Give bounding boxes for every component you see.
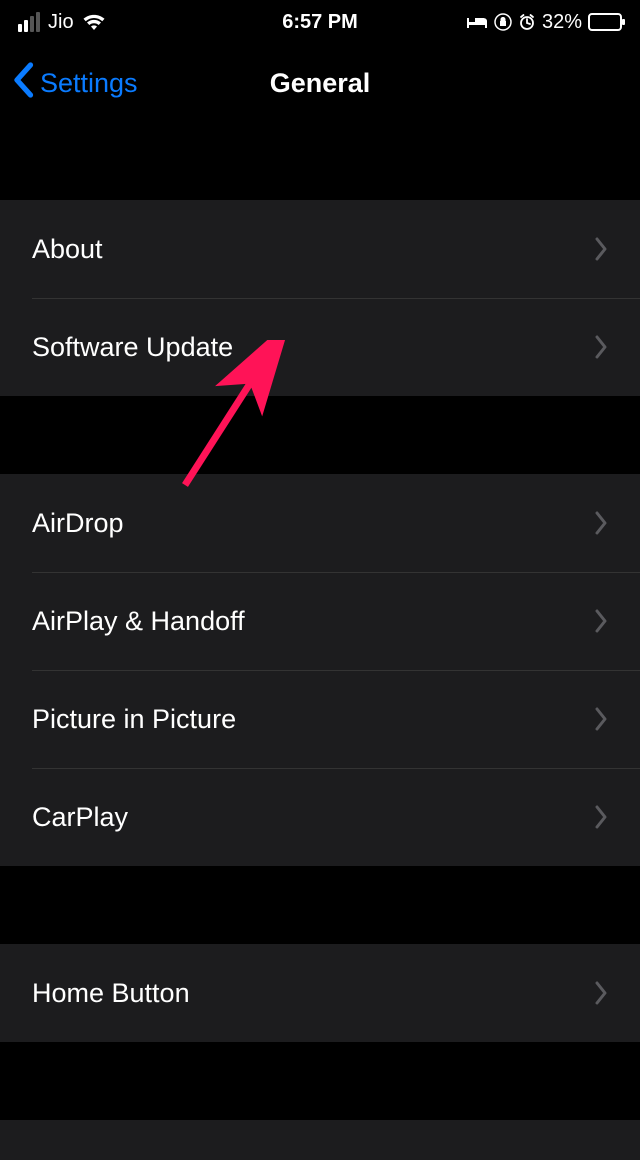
row-label: Software Update [32,332,594,363]
nav-bar: Settings General [0,44,640,122]
back-label: Settings [40,68,138,99]
chevron-right-icon [594,511,608,535]
orientation-lock-icon [494,13,512,31]
chevron-right-icon [594,805,608,829]
chevron-right-icon [594,609,608,633]
carrier-label: Jio [48,11,74,34]
chevron-left-icon [12,62,34,105]
status-right: 32% [466,11,622,34]
bed-icon [466,15,488,29]
section-connectivity: AirDrop AirPlay & Handoff Picture in Pic… [0,474,640,866]
chevron-right-icon [594,237,608,261]
row-partial[interactable] [0,1120,640,1160]
row-airplay-handoff[interactable]: AirPlay & Handoff [0,572,640,670]
chevron-right-icon [594,707,608,731]
chevron-right-icon [594,335,608,359]
row-label: About [32,234,594,265]
cellular-signal-icon [18,12,40,32]
back-button[interactable]: Settings [12,62,138,105]
row-about[interactable]: About [0,200,640,298]
row-software-update[interactable]: Software Update [0,298,640,396]
row-label: AirDrop [32,508,594,539]
row-label: Picture in Picture [32,704,594,735]
row-airdrop[interactable]: AirDrop [0,474,640,572]
row-label: CarPlay [32,802,594,833]
row-home-button[interactable]: Home Button [0,944,640,1042]
section-info: About Software Update [0,200,640,396]
row-picture-in-picture[interactable]: Picture in Picture [0,670,640,768]
row-label: AirPlay & Handoff [32,606,594,637]
status-left: Jio [18,11,106,34]
status-bar: Jio 6:57 PM 32% [0,0,640,44]
page-title: General [270,68,371,99]
row-carplay[interactable]: CarPlay [0,768,640,866]
battery-icon [588,13,622,31]
battery-percentage: 32% [542,11,582,34]
status-time: 6:57 PM [282,11,358,34]
section-partial [0,1120,640,1160]
alarm-icon [518,13,536,31]
chevron-right-icon [594,981,608,1005]
section-home: Home Button [0,944,640,1042]
wifi-icon [82,12,106,32]
row-label: Home Button [32,978,594,1009]
